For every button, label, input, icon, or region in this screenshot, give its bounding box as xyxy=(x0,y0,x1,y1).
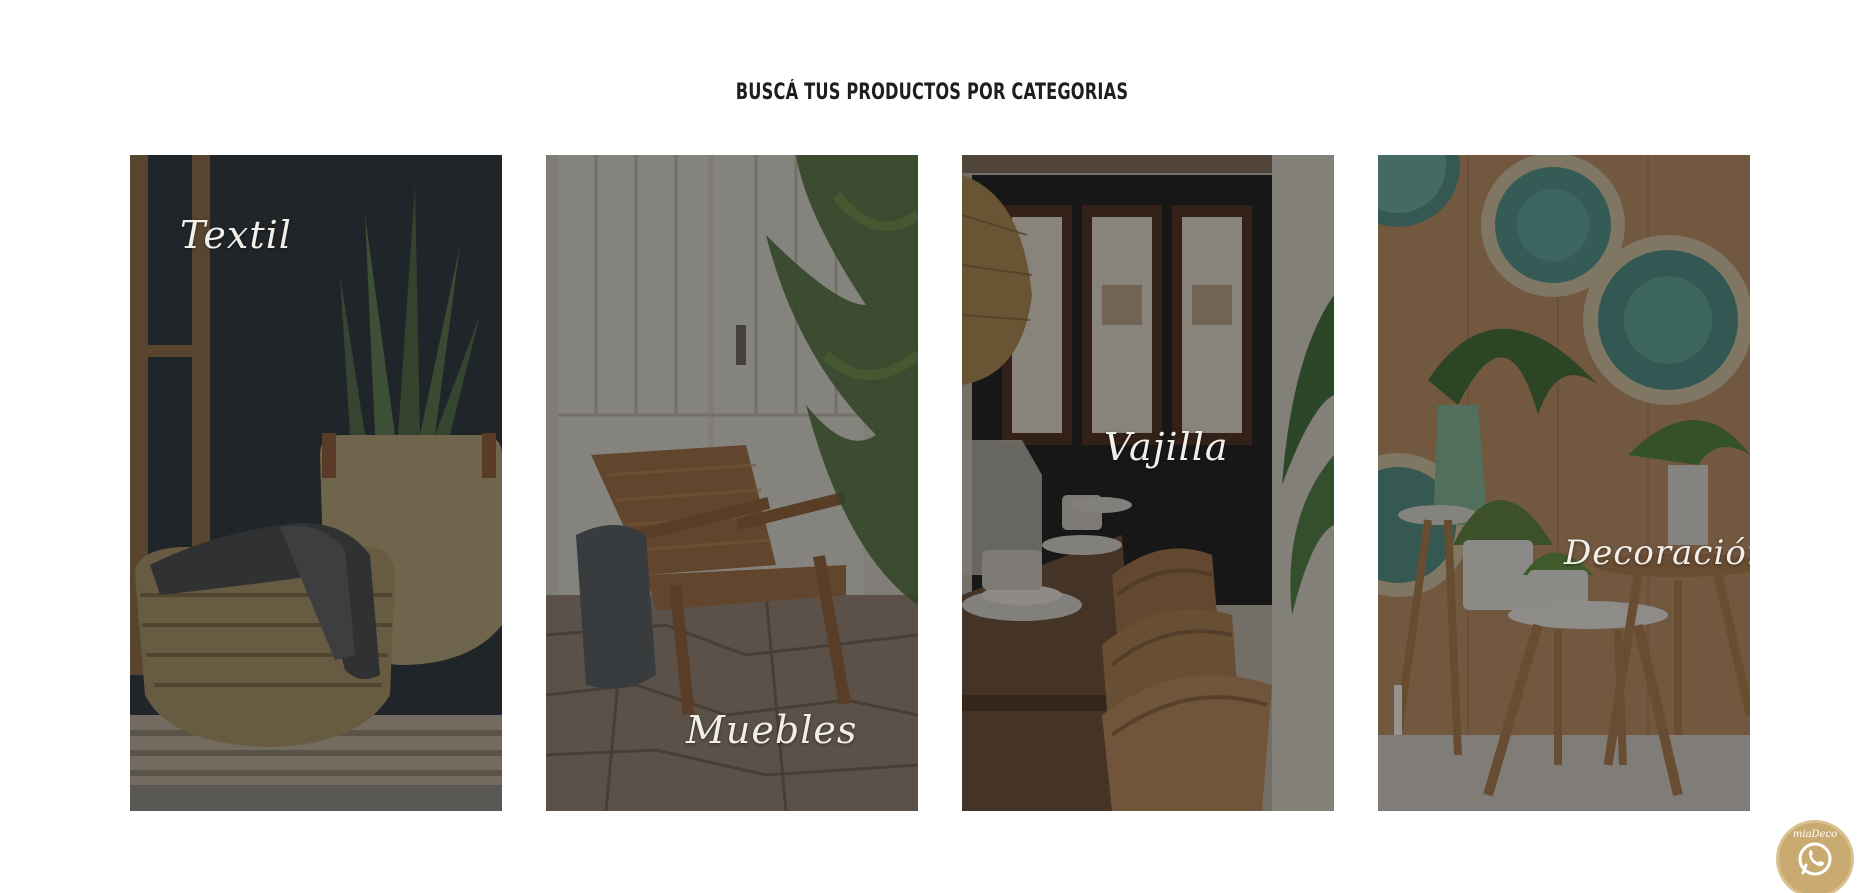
whatsapp-button[interactable]: miaDeco xyxy=(1776,820,1854,893)
whatsapp-icon xyxy=(1798,842,1832,876)
category-label-decoracion: Decoración xyxy=(1564,533,1750,573)
section-title: BUSCÁ TUS PRODUCTOS POR CATEGORIAS xyxy=(735,80,1129,105)
category-label-vajilla: Vajilla xyxy=(1104,425,1229,469)
category-card-textil[interactable]: Textil xyxy=(130,155,502,811)
category-card-decoracion[interactable]: Decoración xyxy=(1378,155,1750,811)
category-label-muebles: Muebles xyxy=(686,708,858,752)
category-grid: Textil Muebles Vajilla Decoración xyxy=(130,155,1750,811)
whatsapp-brand-text: miaDeco xyxy=(1792,829,1838,840)
page: BUSCÁ TUS PRODUCTOS POR CATEGORIAS Texti… xyxy=(0,0,1864,893)
card-overlay xyxy=(962,155,1334,811)
card-overlay xyxy=(1378,155,1750,811)
category-card-vajilla[interactable]: Vajilla xyxy=(962,155,1334,811)
category-label-textil: Textil xyxy=(180,213,292,257)
category-card-muebles[interactable]: Muebles xyxy=(546,155,918,811)
